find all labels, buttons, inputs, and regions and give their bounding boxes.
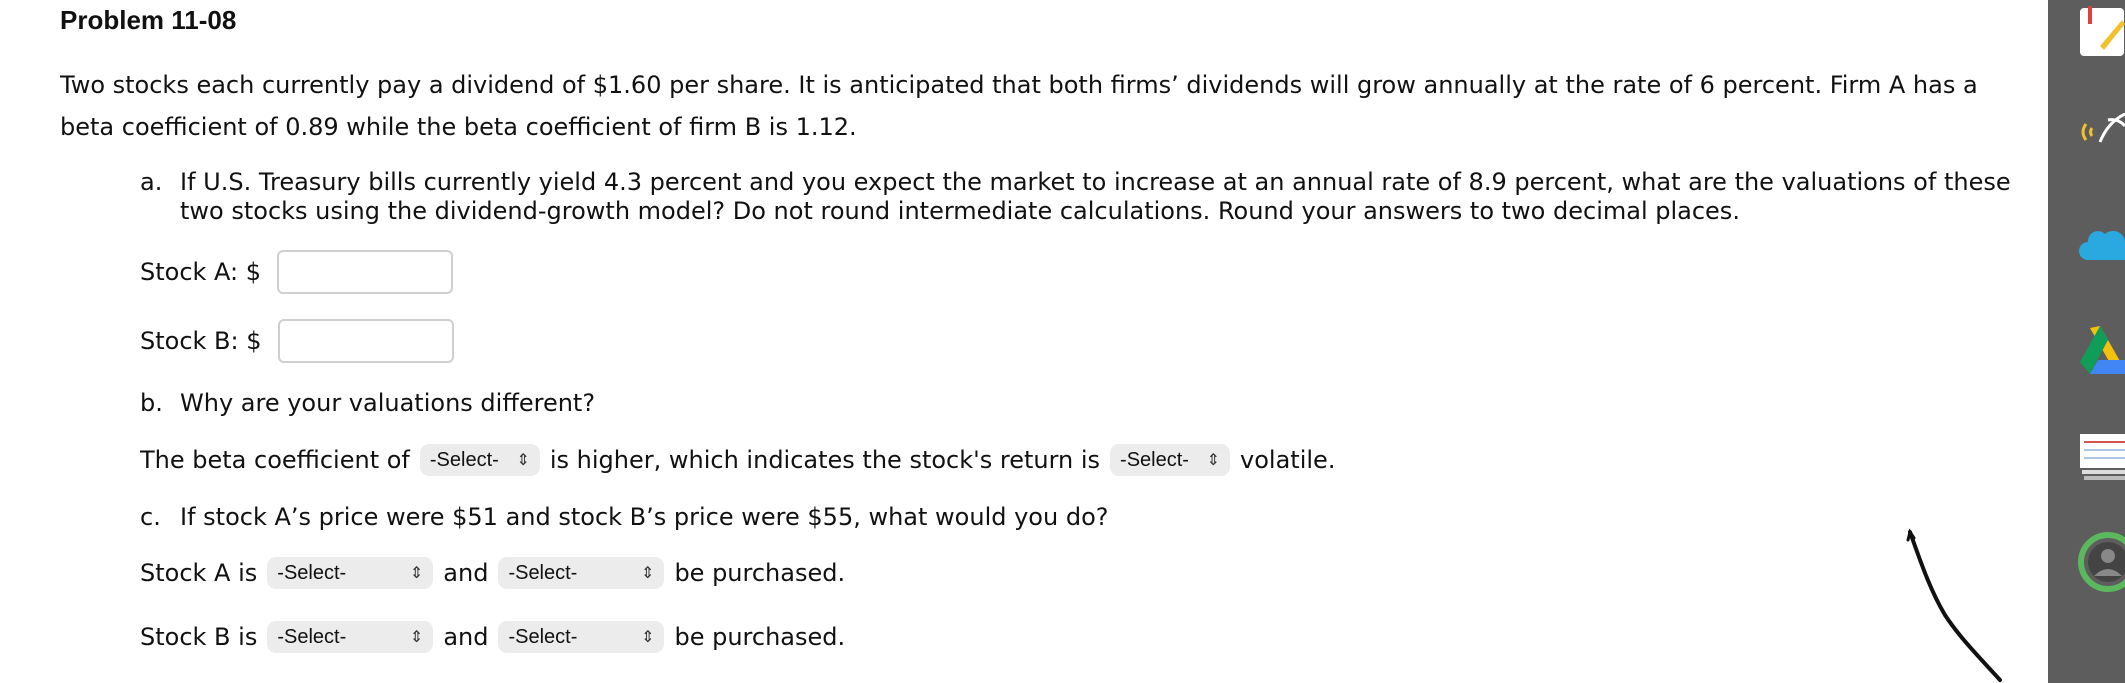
stock-a-valuation-select[interactable]: -Select- ⇕ <box>267 557 434 589</box>
stock-a-purchase-value: -Select- <box>508 561 578 584</box>
part-c-question: c. If stock A’s price were $51 and stock… <box>140 501 1109 533</box>
drive-icon[interactable] <box>2078 322 2125 378</box>
part-c-marker: c. <box>140 503 161 531</box>
stock-b-valuation-value: -Select- <box>277 625 347 648</box>
part-a-question: a. If U.S. Treasury bills currently yiel… <box>140 168 2020 226</box>
select-chevron-icon: ⇕ <box>1206 452 1221 469</box>
stock-b-action-label: Stock B is <box>140 623 258 651</box>
problem-intro: Two stocks each currently pay a dividend… <box>60 71 1978 141</box>
volatility-select-value: -Select- <box>1120 448 1189 471</box>
volatility-select[interactable]: -Select- ⇕ <box>1110 444 1231 476</box>
part-a-text: If U.S. Treasury bills currently yield 4… <box>180 168 2011 225</box>
be-purchased-label: be purchased. <box>674 559 846 587</box>
extension-sidebar <box>2048 0 2125 683</box>
stock-b-valuation-select[interactable]: -Select- ⇕ <box>267 621 434 653</box>
notes-pen-icon[interactable] <box>2078 6 2125 58</box>
stock-b-row: Stock B: $ <box>140 317 454 365</box>
part-a-marker: a. <box>140 168 163 196</box>
part-b-marker: b. <box>140 389 163 417</box>
stock-a-action-label: Stock A is <box>140 559 258 587</box>
stock-a-action-row: Stock A is -Select- ⇕ and -Select- ⇕ be … <box>140 556 845 590</box>
cloud-icon[interactable] <box>2078 222 2125 266</box>
select-chevron-icon: ⇕ <box>516 452 530 469</box>
and-label: and <box>443 559 489 587</box>
select-chevron-icon: ⇕ <box>641 629 655 646</box>
beta-sentence-start: The beta coefficient of <box>140 446 410 474</box>
and-label: and <box>443 623 489 651</box>
stock-b-purchase-select[interactable]: -Select- ⇕ <box>498 621 665 653</box>
problem-title: Problem 11-08 <box>60 5 237 35</box>
part-c-text: If stock A’s price were $51 and stock B’… <box>180 503 1109 531</box>
stock-b-input[interactable] <box>277 319 454 363</box>
select-chevron-icon: ⇕ <box>409 629 424 646</box>
stock-b-action-row: Stock B is -Select- ⇕ and -Select- ⇕ be … <box>140 620 845 654</box>
stock-a-label: Stock A: $ <box>140 258 262 286</box>
be-purchased-label: be purchased. <box>674 623 846 651</box>
ink-stroke <box>1906 528 2002 682</box>
profile-ring-icon[interactable] <box>2078 532 2125 592</box>
part-b-text: Why are your valuations different? <box>180 389 596 417</box>
part-b-question: b. Why are your valuations different? <box>140 387 595 419</box>
beta-sentence-mid: is higher, which indicates the stock's r… <box>549 446 1101 474</box>
broadcast-hand-icon[interactable] <box>2078 102 2125 152</box>
beta-sentence-end: volatile. <box>1240 446 1336 474</box>
stock-a-valuation-value: -Select- <box>277 561 347 584</box>
beta-firm-select[interactable]: -Select- ⇕ <box>419 444 540 476</box>
stock-b-label: Stock B: $ <box>140 327 262 355</box>
select-chevron-icon: ⇕ <box>409 565 424 582</box>
stock-a-purchase-select[interactable]: -Select- ⇕ <box>498 557 665 589</box>
stock-a-input[interactable] <box>277 250 454 294</box>
stock-b-purchase-value: -Select- <box>508 625 578 648</box>
stock-a-row: Stock A: $ <box>140 248 454 296</box>
index-cards-icon[interactable] <box>2078 432 2125 484</box>
part-b-sentence: The beta coefficient of -Select- ⇕ is hi… <box>140 443 1335 477</box>
beta-firm-select-value: -Select- <box>429 448 499 471</box>
select-chevron-icon: ⇕ <box>641 565 655 582</box>
